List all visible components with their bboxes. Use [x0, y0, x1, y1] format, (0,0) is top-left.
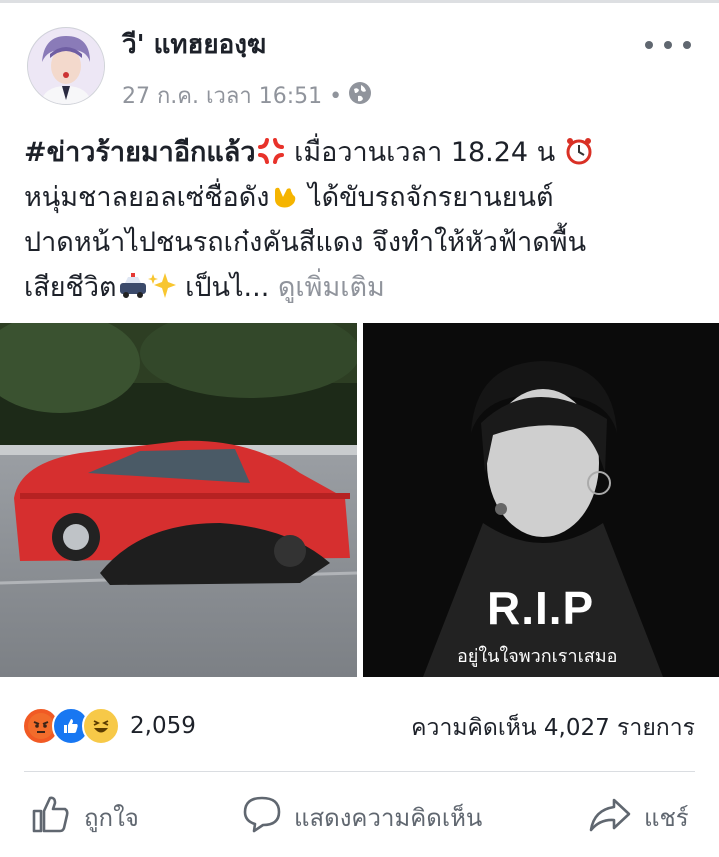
call-me-hand-icon: [269, 180, 299, 210]
thumbs-up-icon: [30, 793, 72, 841]
dot-icon: [683, 41, 691, 49]
post-text-line4-rest: เป็นไ...: [176, 272, 270, 303]
author-name[interactable]: วี' แทฮยองฺฆ: [122, 24, 266, 65]
timestamp[interactable]: 27 ก.ค. เวลา 16:51 •: [122, 78, 342, 113]
post-meta: 27 ก.ค. เวลา 16:51 •: [122, 78, 372, 113]
like-button[interactable]: ถูกใจ: [30, 792, 139, 842]
rip-caption: อยู่ในใจพวกเราเสมอ: [457, 646, 618, 667]
accident-photo[interactable]: [0, 323, 357, 677]
see-more-link[interactable]: ดูเพิ่มเติม: [278, 272, 385, 303]
hashtag-link[interactable]: #ข่าวร้ายมาอีกแล้ว: [24, 137, 256, 168]
more-options-button[interactable]: [645, 36, 691, 54]
share-icon: [588, 794, 632, 840]
comment-label: แสดงความคิดเห็น: [294, 803, 483, 832]
post-text-line3: ปาดหน้าไปชนรถเก๋งคันสีแดง จึงทำให้หัวฟ้า…: [24, 227, 587, 258]
rip-photo[interactable]: R.I.P อยู่ในใจพวกเราเสมอ: [363, 323, 719, 677]
reactions-summary[interactable]: 2,059: [22, 706, 196, 746]
post-text-line2-rest: ได้ขับรถจักรยานยนต์: [299, 182, 554, 213]
haha-icon: [82, 707, 120, 745]
rip-title: R.I.P: [487, 582, 595, 634]
globe-icon: [348, 81, 372, 111]
alarm-clock-icon: [564, 135, 594, 165]
post-text-line2: หนุ่มชาลยอลเซ่ชื่อดัง: [24, 182, 270, 213]
top-divider: [0, 0, 719, 3]
reaction-count: 2,059: [130, 713, 196, 739]
dot-icon: [664, 41, 672, 49]
action-bar: ถูกใจ แสดงความคิดเห็น แชร์: [0, 792, 719, 842]
dot-icon: [645, 41, 653, 49]
anger-symbol-icon: [256, 135, 286, 165]
share-button[interactable]: แชร์: [588, 792, 689, 842]
police-car-icon: [117, 270, 147, 300]
comment-button[interactable]: แสดงความคิดเห็น: [242, 792, 482, 842]
sparkles-icon: [147, 270, 177, 300]
like-label: ถูกใจ: [84, 803, 139, 832]
post-text-line4: เสียชีวิต: [24, 272, 117, 303]
post-text-line1: เมื่อวานเวลา 18.24 น: [285, 137, 556, 168]
share-label: แชร์: [644, 803, 689, 832]
comment-icon: [242, 794, 282, 840]
comments-count-link[interactable]: ความคิดเห็น 4,027 รายการ: [411, 710, 695, 746]
post-text: #ข่าวร้ายมาอีกแล้ว เมื่อวานเวลา 18.24 น …: [24, 130, 704, 310]
actions-divider: [24, 771, 695, 772]
avatar[interactable]: [27, 27, 105, 105]
